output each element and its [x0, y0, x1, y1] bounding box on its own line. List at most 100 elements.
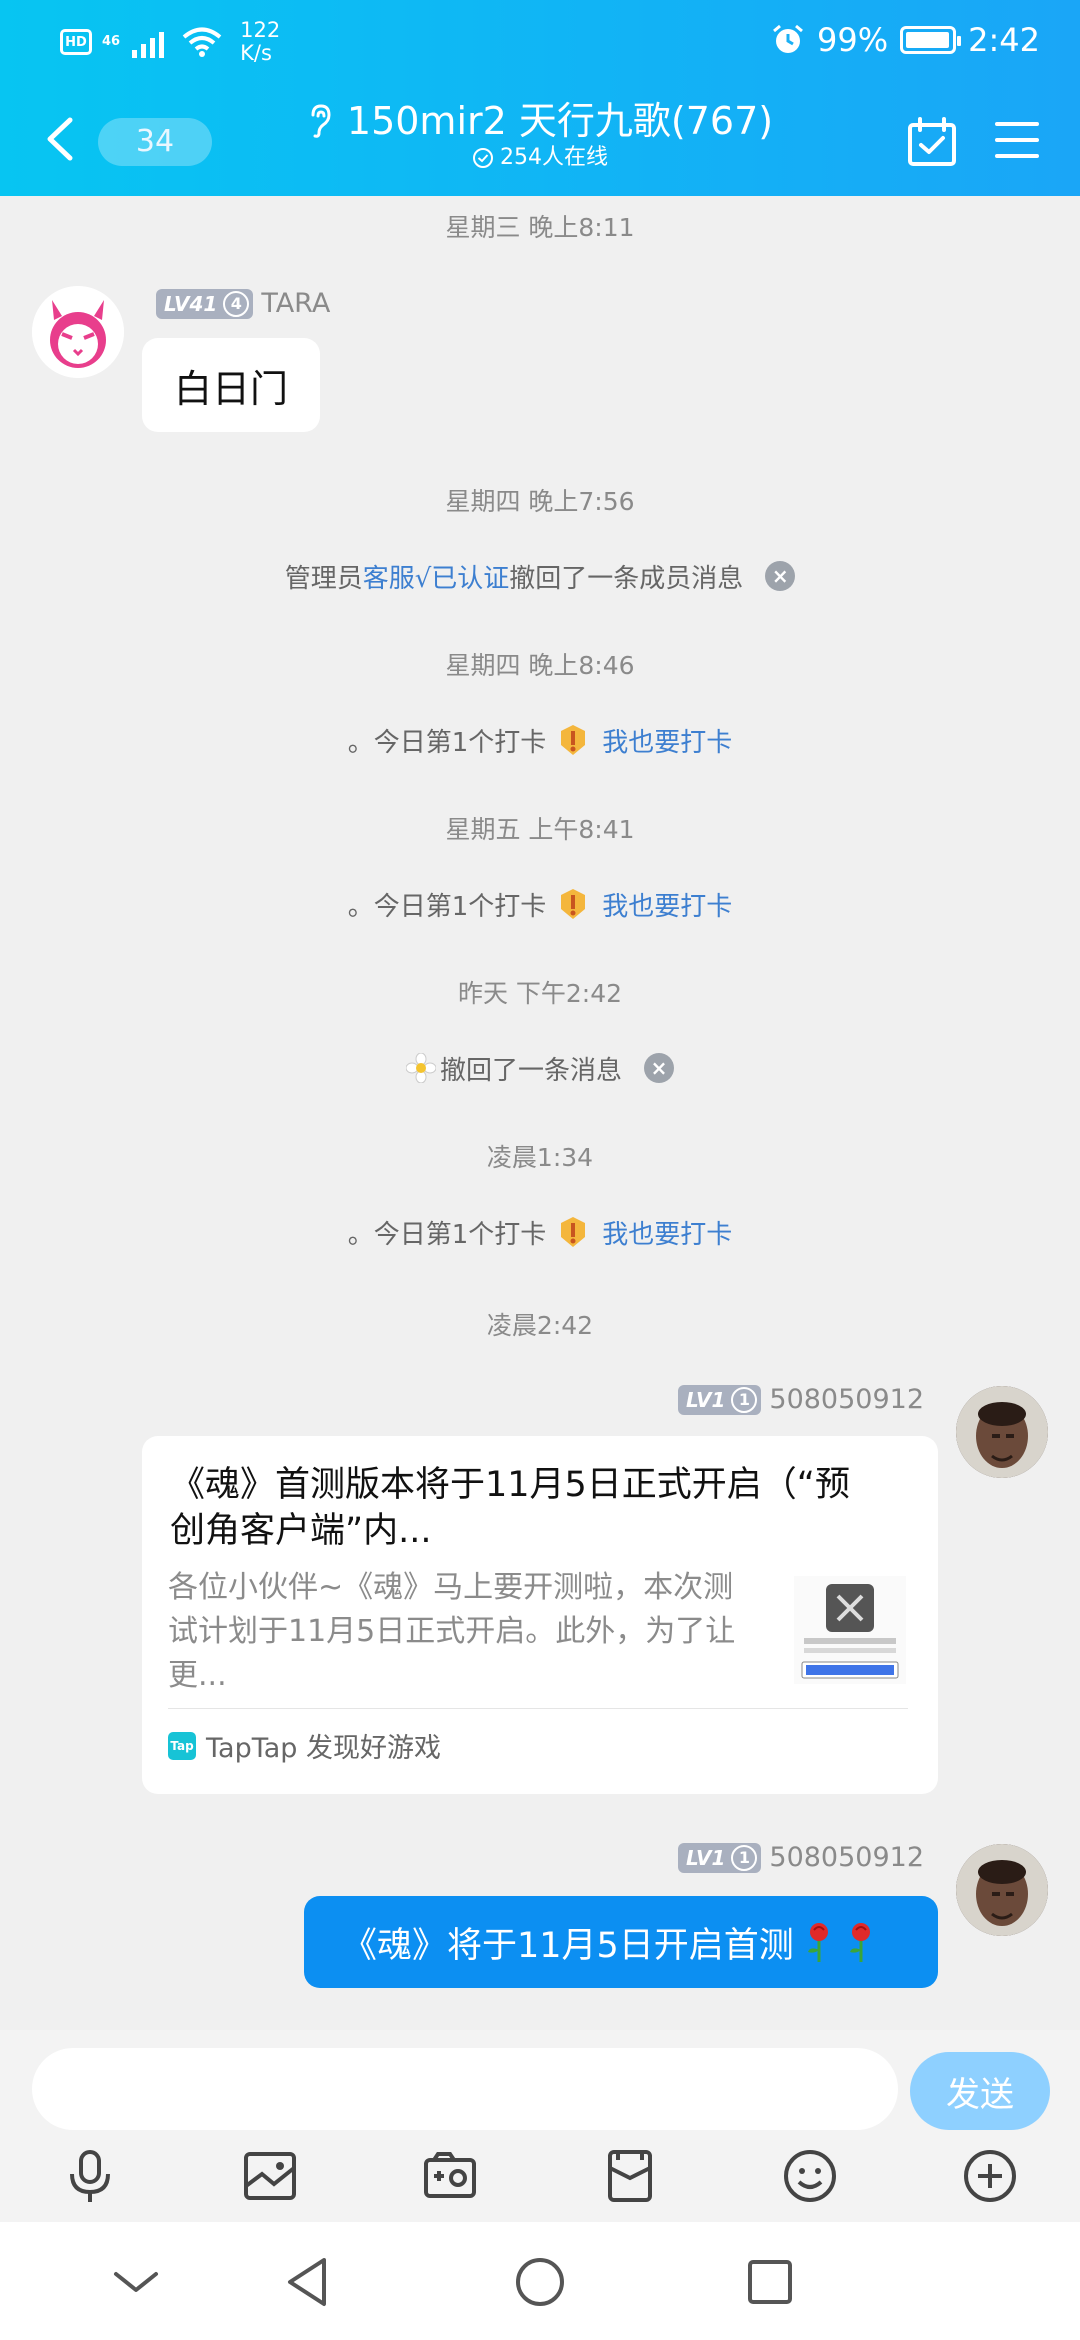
- close-icon[interactable]: ×: [765, 561, 796, 591]
- checkin-action-link[interactable]: 我也要打卡: [602, 886, 732, 923]
- network-speed: 122 K/s: [240, 19, 280, 65]
- checkin-notice: 。今日第1个打卡 我也要打卡: [0, 1212, 1080, 1252]
- level-badge: LV1 1: [678, 1842, 762, 1873]
- ear-icon: [311, 104, 331, 138]
- speed-value: 122: [240, 18, 281, 42]
- checkin-notice: 。今日第1个打卡 我也要打卡: [0, 720, 1080, 760]
- message-text: 《魂》将于11月5日开启首测: [342, 1925, 794, 1966]
- checkin-notice: 。今日第1个打卡 我也要打卡: [0, 884, 1080, 924]
- back-arrow-icon[interactable]: [40, 114, 80, 164]
- network-type: 46: [102, 35, 120, 49]
- clock: 2:42: [968, 21, 1040, 59]
- level-number: 1: [731, 1386, 758, 1413]
- card-thumbnail: [794, 1576, 906, 1684]
- speed-unit: K/s: [240, 41, 272, 65]
- message-sender: LV41 4 TARA: [156, 288, 330, 319]
- camera-icon[interactable]: [420, 2146, 480, 2206]
- timestamp: 星期五 上午8:41: [445, 815, 635, 844]
- rose-icon: [807, 1923, 828, 1962]
- sender-name[interactable]: 508050912: [769, 1842, 924, 1873]
- recall-suffix: 撤回了一条成员消息: [509, 563, 744, 594]
- card-divider: [168, 1708, 908, 1709]
- alarm-icon: [773, 24, 803, 53]
- hide-keyboard-icon[interactable]: [106, 2252, 166, 2312]
- avatar[interactable]: [956, 1386, 1048, 1478]
- card-source-label: TapTap 发现好游戏: [206, 1733, 441, 1764]
- header: HD 46 122 K/s 99% 2:42 34 150mir2 天行九歌(7…: [0, 0, 1080, 196]
- message-bubble[interactable]: 白日门: [142, 338, 320, 432]
- recall-prefix: 管理员: [284, 563, 363, 594]
- group-name: 150mir2 天行九歌(767): [346, 99, 774, 143]
- input-area: 发送: [0, 2030, 1080, 2222]
- timestamp: 星期三 晚上8:11: [445, 213, 635, 242]
- emoji-icon[interactable]: [780, 2146, 840, 2206]
- group-name-line: 150mir2 天行九歌(767): [280, 98, 800, 144]
- medal-icon: [561, 1217, 586, 1247]
- recall-notice: 撤回了一条消息 ×: [0, 1048, 1080, 1088]
- link-card[interactable]: 《魂》首测版本将于11月5日正式开启（“预创角客户端”内... 各位小伙伴~《魂…: [142, 1436, 938, 1794]
- timestamp: 凌晨2:42: [486, 1311, 594, 1340]
- medal-icon: [561, 725, 586, 755]
- avatar[interactable]: [32, 286, 124, 378]
- rabbit-avatar-icon: [32, 286, 124, 378]
- admin-link[interactable]: 客服√已认证: [363, 558, 510, 595]
- timestamp: 星期四 晚上8:46: [445, 651, 635, 680]
- status-left: HD 46 122 K/s: [60, 19, 280, 65]
- calendar-check-icon[interactable]: [906, 116, 958, 168]
- game-thumbnail-icon: [801, 1584, 899, 1679]
- status-bar: HD 46 122 K/s 99% 2:42: [0, 0, 1080, 80]
- message-input[interactable]: [32, 2048, 898, 2130]
- card-title: 《魂》首测版本将于11月5日正式开启（“预创角客户端”内...: [170, 1465, 850, 1551]
- level-label: LV1: [686, 1387, 726, 1412]
- flower-icon: [405, 1053, 436, 1083]
- level-number: 1: [731, 1844, 758, 1871]
- timestamp: 昨天 下午2:42: [457, 979, 623, 1008]
- image-icon[interactable]: [240, 2146, 300, 2206]
- send-button[interactable]: 发送: [910, 2052, 1050, 2130]
- timestamp: 星期四 晚上7:56: [445, 487, 635, 516]
- message-bubble[interactable]: 《魂》将于11月5日开启首测: [304, 1896, 938, 1988]
- title-bar: 34 150mir2 天行九歌(767) 254人在线: [0, 80, 1080, 196]
- system-nav-bar: [0, 2222, 1080, 2340]
- avatar[interactable]: [956, 1844, 1048, 1936]
- message-sender: LV1 1 508050912: [678, 1384, 924, 1415]
- recall-notice: 管理员 客服√已认证 撤回了一条成员消息 ×: [0, 556, 1080, 596]
- group-title[interactable]: 150mir2 天行九歌(767) 254人在线: [280, 98, 800, 172]
- checkin-action-link[interactable]: 我也要打卡: [602, 722, 732, 759]
- timestamp: 凌晨1:34: [486, 1143, 594, 1172]
- person-avatar-icon: [956, 1386, 1048, 1478]
- recall-text: 撤回了一条消息: [439, 1055, 622, 1086]
- signal-icon: [132, 32, 165, 58]
- medal-icon: [561, 889, 586, 919]
- plus-icon[interactable]: [960, 2146, 1020, 2206]
- unread-count-badge[interactable]: 34: [98, 118, 212, 166]
- microphone-icon[interactable]: [60, 2146, 120, 2206]
- wifi-icon: [182, 27, 222, 57]
- rose-icon: [849, 1923, 870, 1962]
- level-label: LV1: [686, 1845, 726, 1870]
- sender-name[interactable]: 508050912: [769, 1384, 924, 1415]
- checkin-text: 。今日第1个打卡: [347, 1219, 547, 1250]
- battery-icon: [900, 26, 962, 54]
- sender-name[interactable]: TARA: [261, 288, 330, 319]
- taptap-icon: Tap: [168, 1731, 196, 1760]
- menu-icon[interactable]: [994, 120, 1040, 160]
- close-icon[interactable]: ×: [644, 1053, 674, 1083]
- hd-badge: HD: [60, 29, 92, 55]
- back-icon[interactable]: [278, 2252, 338, 2312]
- level-badge: LV1 1: [678, 1384, 762, 1415]
- checkin-text: 。今日第1个打卡: [347, 891, 547, 922]
- card-source: Tap TapTap 发现好游戏: [168, 1726, 441, 1765]
- chat-area[interactable]: 星期三 晚上8:11 LV41 4 TARA 白日门 星期四 晚上7:56 管理…: [0, 196, 1080, 2030]
- online-count: 254人在线: [500, 145, 608, 170]
- home-icon[interactable]: [510, 2252, 570, 2312]
- level-label: LV41: [164, 291, 218, 316]
- online-line: 254人在线: [280, 144, 800, 172]
- red-packet-icon[interactable]: [600, 2146, 660, 2206]
- level-badge: LV41 4: [156, 288, 254, 319]
- network-label: 46: [102, 34, 121, 49]
- online-check-icon: [473, 148, 493, 168]
- checkin-action-link[interactable]: 我也要打卡: [602, 1214, 732, 1251]
- recents-icon[interactable]: [740, 2252, 800, 2312]
- card-description: 各位小伙伴~《魂》马上要开测啦，本次测试计划于11月5日正式开启。此外，为了让更…: [168, 1570, 736, 1693]
